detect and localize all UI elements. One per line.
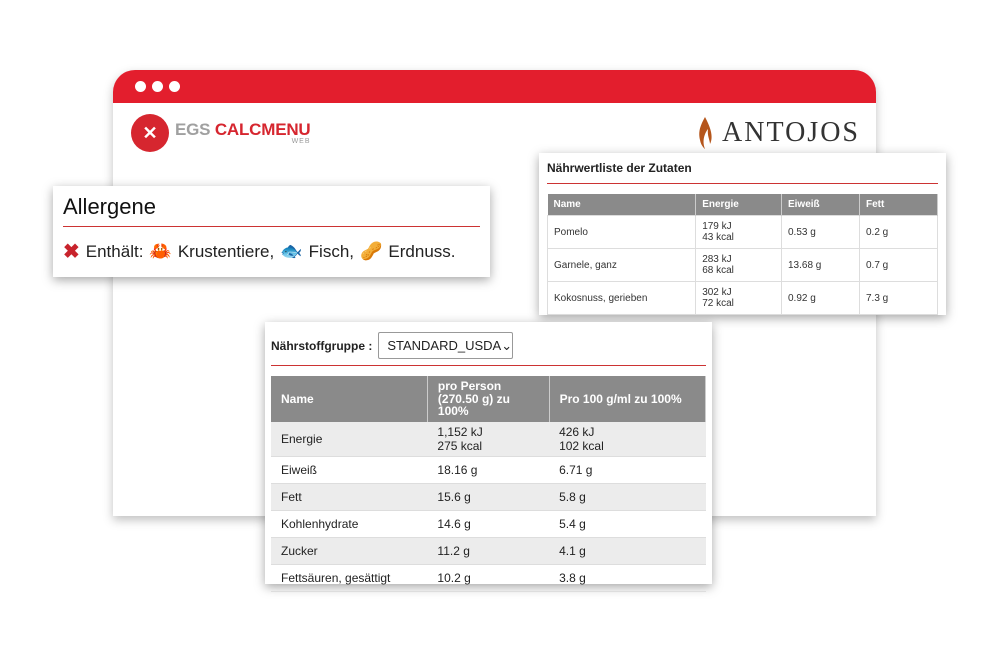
cell-protein: 0.53 g (780, 215, 860, 249)
cell-protein: 0.92 g (780, 281, 860, 315)
col-header-per-person: pro Person (270.50 g) zu 100% (427, 376, 550, 422)
cell-fat: 0.2 g (858, 215, 939, 249)
cell-fat: 7.3 g (858, 281, 939, 315)
peanut-icon: 🥜 (360, 241, 383, 261)
table-row: Fett 15.6 g 5.8 g (271, 483, 706, 512)
browser-title-bar (113, 70, 876, 103)
cell-per-100: 5.4 g (549, 510, 706, 539)
col-header-protein: Eiweiß (781, 194, 860, 216)
nutrient-group-label: Nährstoffgruppe : (271, 338, 373, 353)
cell-name: Kohlenhydrate (271, 510, 428, 539)
nutrient-group-select[interactable]: STANDARD_USDA ⌄ (378, 332, 514, 359)
crab-icon: 🦀 (149, 241, 172, 261)
window-dot[interactable] (169, 81, 180, 92)
logo-web: WEB (291, 138, 311, 145)
col-header-name: Name (547, 194, 697, 216)
table-row: Zucker 11.2 g 4.1 g (271, 537, 706, 566)
ingredient-list-title: Nährwertliste der Zutaten (547, 161, 938, 184)
cell-fat: 0.7 g (858, 248, 939, 282)
cell-protein: 13.68 g (780, 248, 860, 282)
allergen-row: ✖ Enthält: 🦀 Krustentiere, 🐟 Fisch, 🥜 Er… (63, 239, 480, 264)
cell-per-person: 18.16 g (427, 456, 550, 485)
calcmenu-logo-icon: ✕ (131, 114, 169, 152)
table-row: Kokosnuss, gerieben 302 kJ 72 kcal 0.92 g… (546, 281, 939, 315)
col-header-energy: Energie (695, 194, 782, 216)
cell-per-person: 15.6 g (427, 483, 550, 512)
table-row: Energie 1,152 kJ 275 kcal 426 kJ 102 kcal (271, 421, 706, 458)
cell-name: Eiweiß (271, 456, 428, 485)
table-row: Kohlenhydrate 14.6 g 5.4 g (271, 510, 706, 539)
table-row: Pomelo 179 kJ 43 kcal 0.53 g 0.2 g (546, 215, 939, 249)
cell-name: Energie (271, 421, 428, 458)
ingredient-nutrition-card: Nährwertliste der Zutaten Name Energie E… (539, 153, 946, 315)
cell-name: Fett (271, 483, 428, 512)
cell-name: Zucker (271, 537, 428, 566)
cell-per-person: 11.2 g (427, 537, 550, 566)
nutrient-table: Name pro Person (270.50 g) zu 100% Pro 1… (271, 376, 707, 593)
cell-name: Garnele, ganz (546, 248, 697, 282)
table-row: Eiweiß 18.16 g 6.71 g (271, 456, 706, 485)
logo-calcmenu: CALCMENU (214, 120, 311, 139)
allergen-prefix: Enthält: (85, 241, 144, 261)
calcmenu-logo: ✕ EGS CALCMENU WEB (131, 114, 311, 152)
allergen-crustaceans: Krustentiere, (177, 241, 275, 261)
cell-per-person: 14.6 g (427, 510, 550, 539)
fish-icon: 🐟 (280, 241, 303, 261)
chevron-down-icon: ⌄ (501, 337, 513, 353)
cross-icon: ✖ (63, 241, 80, 263)
cell-per-100: 6.71 g (549, 456, 706, 485)
col-header-per-100: Pro 100 g/ml zu 100% (549, 376, 707, 422)
cell-name: Pomelo (546, 215, 697, 249)
stage: ✕ EGS CALCMENU WEB ANTOJOS Allergene ✖ E… (0, 0, 998, 652)
nutrient-group-card: Nährstoffgruppe : STANDARD_USDA ⌄ Name p… (265, 322, 712, 593)
cell-name: Fettsäuren, gesättigt (271, 564, 428, 593)
cell-name: Kokosnuss, gerieben (546, 281, 697, 315)
allergen-title: Allergene (63, 194, 480, 227)
col-header-fat: Fett (859, 194, 939, 216)
cell-energy: 283 kJ 68 kcal (695, 248, 782, 282)
window-dot[interactable] (152, 81, 163, 92)
cell-energy: 302 kJ 72 kcal (695, 281, 782, 315)
cell-per-100: 426 kJ 102 kcal (549, 421, 706, 458)
allergen-peanut: Erdnuss. (388, 241, 456, 261)
allergen-card: Allergene ✖ Enthält: 🦀 Krustentiere, 🐟 F… (53, 186, 490, 277)
flame-icon (699, 117, 712, 149)
cell-per-100: 4.1 g (549, 537, 706, 566)
antojos-wordmark: ANTOJOS (722, 117, 860, 148)
allergen-fish: Fisch, (308, 241, 354, 261)
nutrient-group-value: STANDARD_USDA (387, 338, 502, 353)
ingredient-table: Name Energie Eiweiß Fett Pomelo 179 kJ 43… (546, 194, 939, 315)
window-dot[interactable] (135, 81, 146, 92)
cell-per-person: 10.2 g (427, 564, 550, 593)
antojos-logo: ANTOJOS (696, 116, 860, 150)
nutrient-group-header: Nährstoffgruppe : STANDARD_USDA ⌄ (271, 332, 706, 366)
cell-per-100: 3.8 g (549, 564, 706, 593)
cell-per-100: 5.8 g (549, 483, 706, 512)
logo-egs: EGS (175, 120, 211, 139)
col-header-name: Name (271, 376, 428, 422)
cell-energy: 179 kJ 43 kcal (695, 215, 782, 249)
table-row: Fettsäuren, gesättigt 10.2 g 3.8 g (271, 564, 706, 593)
table-row: Garnele, ganz 283 kJ 68 kcal 13.68 g 0.7 … (546, 248, 939, 282)
cell-per-person: 1,152 kJ 275 kcal (427, 421, 550, 458)
